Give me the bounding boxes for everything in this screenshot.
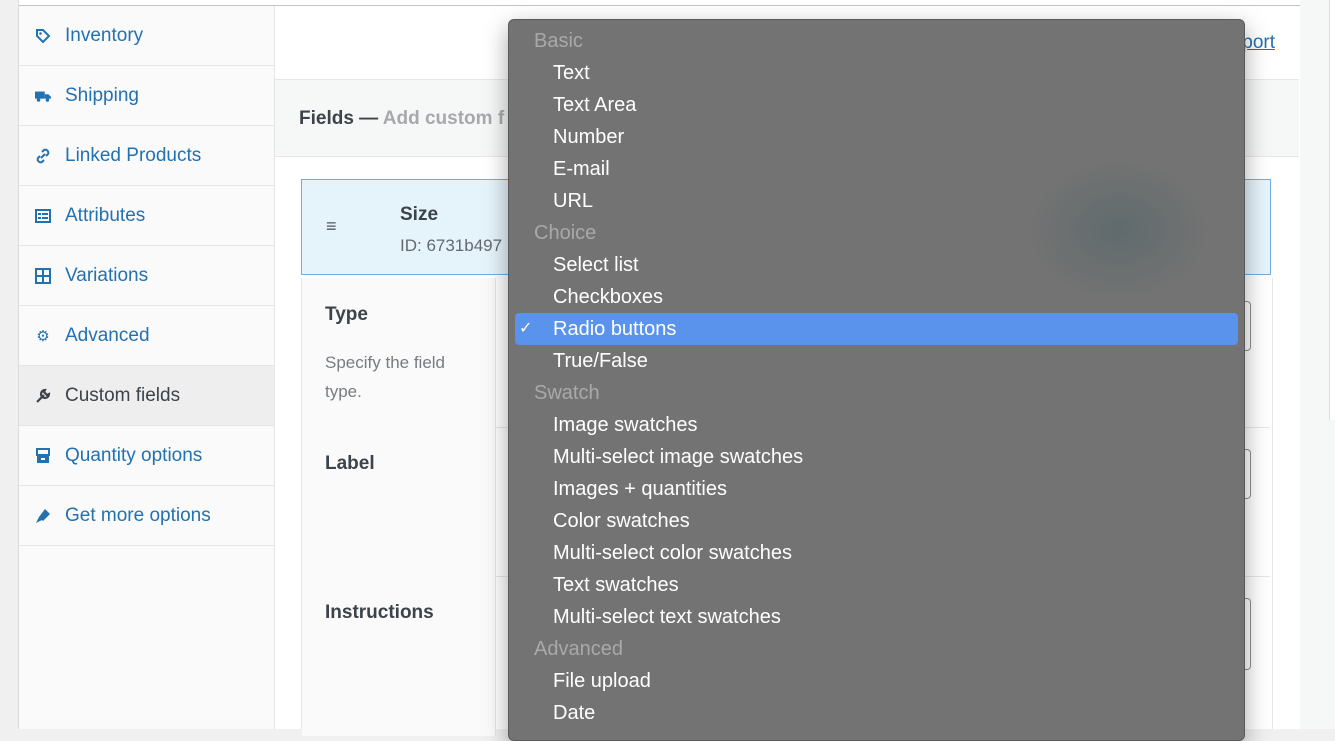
tab-variations[interactable]: Variations bbox=[19, 246, 274, 306]
option-select-list[interactable]: Select list bbox=[509, 249, 1244, 281]
option-label: Text swatches bbox=[553, 574, 679, 596]
tab-shipping[interactable]: Shipping bbox=[19, 66, 274, 126]
option-label: Checkboxes bbox=[553, 286, 664, 308]
option-true-false[interactable]: True/False bbox=[509, 345, 1244, 377]
fields-title-text: Fields — bbox=[299, 108, 379, 129]
option-label: Multi-select color swatches bbox=[553, 542, 792, 564]
product-data-tabs: Inventory Shipping Linked Products Attri… bbox=[19, 6, 275, 729]
tab-label: Advanced bbox=[65, 324, 150, 346]
tab-label: Attributes bbox=[65, 204, 146, 226]
box-icon bbox=[35, 447, 51, 464]
field-name: Size bbox=[400, 204, 439, 225]
list-icon bbox=[35, 208, 51, 224]
option-text-swatches[interactable]: Text swatches bbox=[509, 569, 1244, 601]
fields-description: Add custom f bbox=[382, 108, 505, 129]
tab-inventory[interactable]: Inventory bbox=[19, 6, 274, 66]
right-scroll-area bbox=[1300, 0, 1335, 729]
option-multi-color-swatches[interactable]: Multi-select color swatches bbox=[509, 537, 1244, 569]
tab-get-more-options[interactable]: Get more options bbox=[19, 486, 274, 546]
option-label: Text bbox=[553, 62, 590, 84]
group-choice: Choice bbox=[509, 217, 1244, 249]
field-id: ID: 6731b497 bbox=[400, 236, 503, 255]
group-label: Swatch bbox=[534, 382, 600, 404]
option-images-quantities[interactable]: Images + quantities bbox=[509, 473, 1244, 505]
option-label: Multi-select text swatches bbox=[553, 606, 781, 628]
tab-label: Variations bbox=[65, 264, 149, 286]
tab-attributes[interactable]: Attributes bbox=[19, 186, 274, 246]
option-label: Images + quantities bbox=[553, 478, 727, 500]
group-basic: Basic bbox=[509, 25, 1244, 57]
option-text[interactable]: Text bbox=[509, 57, 1244, 89]
group-label: Choice bbox=[534, 222, 597, 244]
drag-handle-icon[interactable]: ≡ bbox=[326, 216, 337, 237]
wrench-icon bbox=[35, 388, 51, 404]
option-color-swatches[interactable]: Color swatches bbox=[509, 505, 1244, 537]
option-multi-image-swatches[interactable]: Multi-select image swatches bbox=[509, 441, 1244, 473]
label-label: Label bbox=[325, 453, 375, 474]
option-number[interactable]: Number bbox=[509, 121, 1244, 153]
option-label: E-mail bbox=[553, 158, 610, 180]
setting-type-label-cell: Type Specify the field type. bbox=[302, 278, 496, 427]
option-url[interactable]: URL bbox=[509, 185, 1244, 217]
tab-quantity-options[interactable]: Quantity options bbox=[19, 426, 274, 486]
option-text-area[interactable]: Text Area bbox=[509, 89, 1244, 121]
option-label: Date bbox=[553, 702, 596, 724]
option-image-swatches[interactable]: Image swatches bbox=[509, 409, 1244, 441]
option-label: Number bbox=[553, 126, 625, 148]
import-link[interactable]: port bbox=[1242, 32, 1275, 54]
instructions-label: Instructions bbox=[325, 602, 434, 623]
tab-label: Custom fields bbox=[65, 384, 181, 406]
type-help: Specify the field type. bbox=[325, 353, 446, 401]
group-label: Advanced bbox=[534, 638, 623, 660]
field-type-dropdown[interactable]: Basic Text Text Area Number E-mail URL C… bbox=[508, 19, 1245, 741]
truck-icon bbox=[35, 88, 51, 104]
tab-advanced[interactable]: ⚙ Advanced bbox=[19, 306, 274, 366]
option-label: Select list bbox=[553, 254, 639, 276]
option-multi-text-swatches[interactable]: Multi-select text swatches bbox=[509, 601, 1244, 633]
option-label: File upload bbox=[553, 670, 651, 692]
option-checkboxes[interactable]: Checkboxes bbox=[509, 281, 1244, 313]
tab-label: Get more options bbox=[65, 504, 211, 526]
link-icon bbox=[35, 148, 51, 164]
type-label: Type bbox=[325, 304, 368, 325]
tab-label: Quantity options bbox=[65, 444, 203, 466]
tab-label: Inventory bbox=[65, 24, 144, 46]
tab-linked-products[interactable]: Linked Products bbox=[19, 126, 274, 186]
option-date[interactable]: Date bbox=[509, 697, 1244, 729]
option-label: Radio buttons bbox=[553, 318, 677, 340]
checkmark-icon: ✓ bbox=[519, 320, 533, 337]
group-swatch: Swatch bbox=[509, 377, 1244, 409]
option-label: Text Area bbox=[553, 94, 637, 116]
plugin-icon bbox=[35, 508, 51, 524]
option-label: True/False bbox=[553, 350, 648, 372]
right-edge bbox=[1329, 0, 1335, 420]
option-file-upload[interactable]: File upload bbox=[509, 665, 1244, 697]
option-label: URL bbox=[553, 190, 594, 212]
option-label: Color swatches bbox=[553, 510, 690, 532]
grid-icon bbox=[35, 267, 51, 284]
tab-label: Linked Products bbox=[65, 144, 202, 166]
tab-custom-fields[interactable]: Custom fields bbox=[19, 366, 274, 426]
group-label: Basic bbox=[534, 30, 583, 52]
tab-label: Shipping bbox=[65, 84, 139, 106]
tag-icon bbox=[35, 28, 51, 44]
gear-icon: ⚙ bbox=[36, 327, 50, 345]
group-advanced: Advanced bbox=[509, 633, 1244, 665]
option-radio-buttons[interactable]: ✓ Radio buttons bbox=[515, 313, 1238, 345]
option-label: Multi-select image swatches bbox=[553, 446, 804, 468]
setting-instructions-cell: Instructions bbox=[302, 576, 496, 736]
option-label: Image swatches bbox=[553, 414, 698, 436]
option-email[interactable]: E-mail bbox=[509, 153, 1244, 185]
setting-label-cell: Label bbox=[302, 427, 496, 576]
fields-title: Fields — Add custom f bbox=[299, 108, 504, 130]
